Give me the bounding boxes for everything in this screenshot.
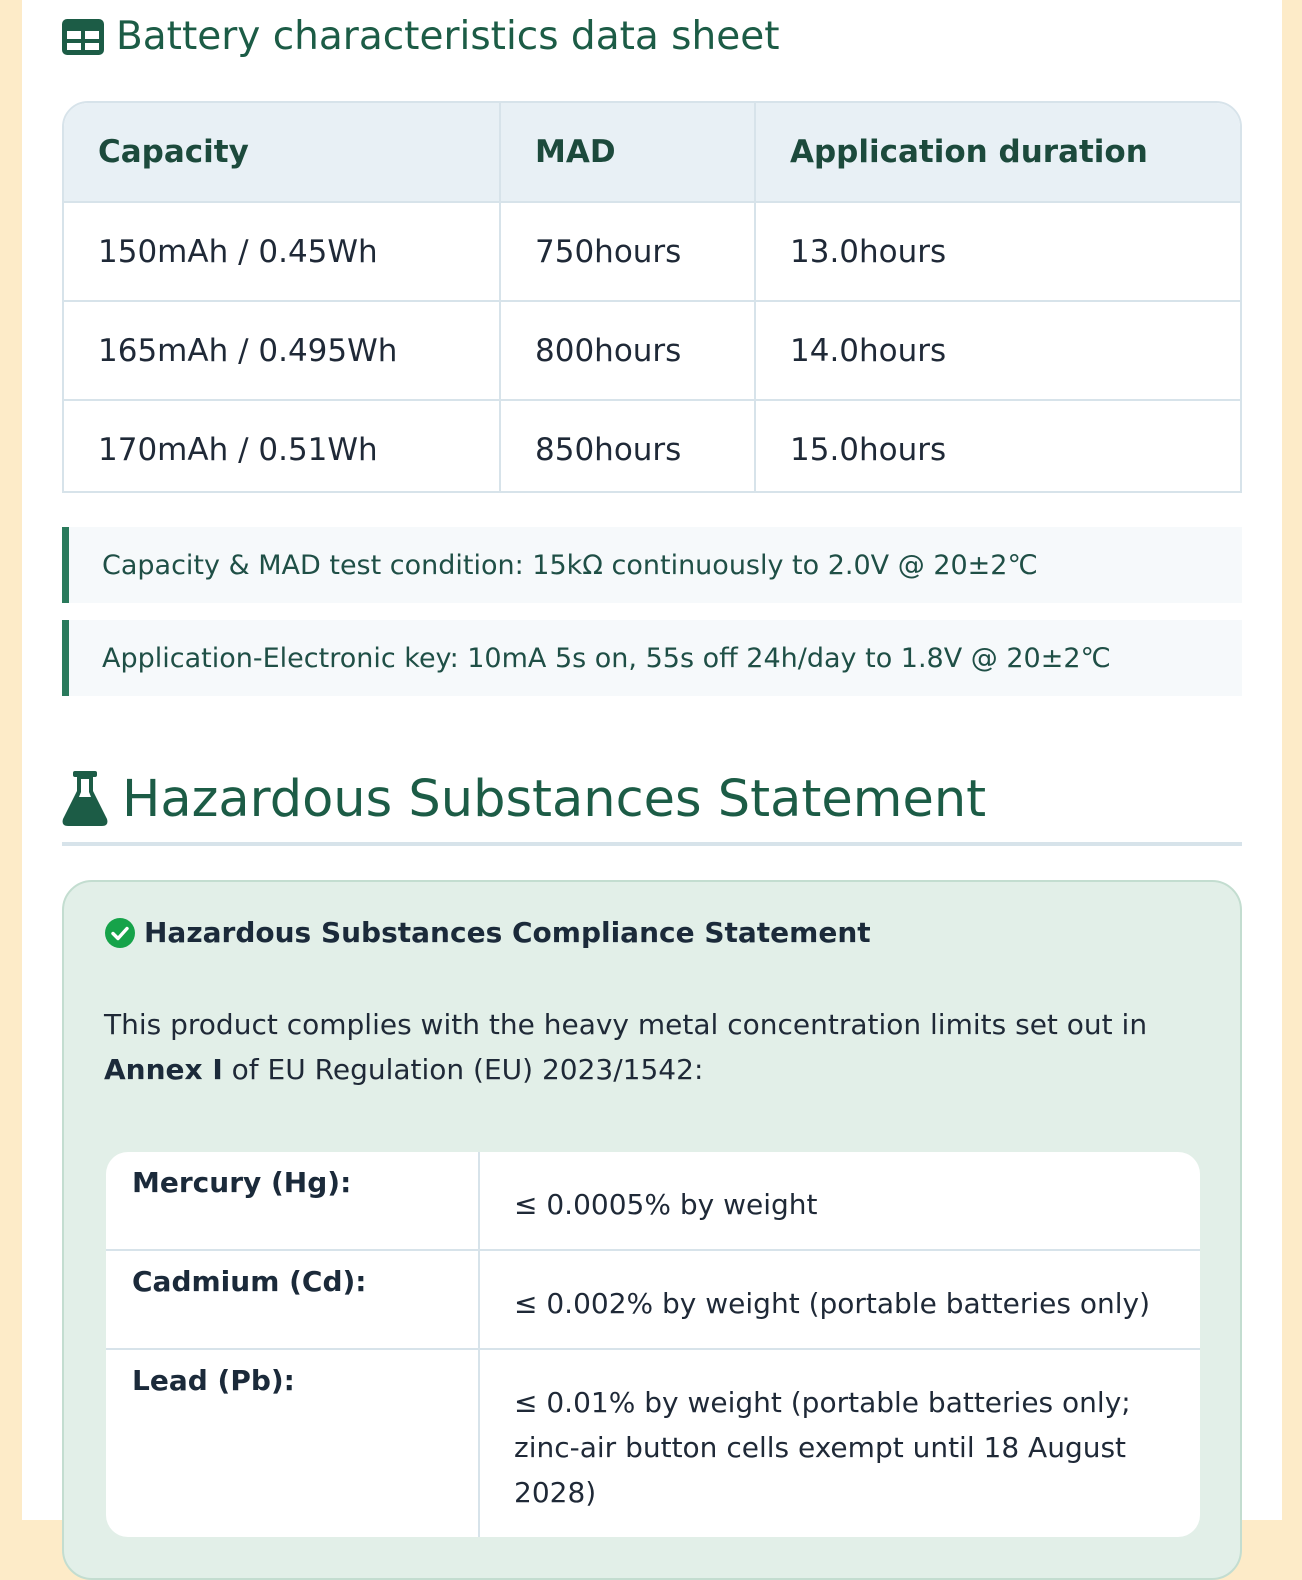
substance-limit: ≤ 0.0005% by weight (479, 1152, 1200, 1251)
substance-label: Cadmium (Cd): (106, 1250, 480, 1350)
duration-cell: 14.0hours (755, 301, 1240, 401)
battery-table: Capacity MAD Application duration 150mAh… (62, 101, 1242, 493)
compliance-card: Hazardous Substances Compliance Statemen… (62, 880, 1242, 1580)
table-icon (62, 18, 104, 55)
duration-cell: 15.0hours (790, 431, 947, 468)
flask-icon (62, 771, 108, 826)
compliance-text: This product complies with the heavy met… (104, 1002, 1204, 1092)
limits-table: Mercury (Hg): ≤ 0.0005% by weight Cadmiu… (106, 1152, 1200, 1537)
table-row: Cadmium (Cd): ≤ 0.002% by weight (portab… (106, 1250, 1200, 1350)
substance-label: Lead (Pb): (106, 1349, 480, 1537)
hazard-section-title: Hazardous Substances Statement (122, 769, 987, 829)
compliance-text-before: This product complies with the heavy met… (104, 1008, 1148, 1041)
table-header-row: Capacity MAD Application duration (64, 103, 1240, 203)
table-row: 165mAh / 0.495Wh 800hours 14.0hours (64, 301, 1240, 401)
page: Battery characteristics data sheet Capac… (22, 0, 1282, 1580)
mad-cell: 850hours (500, 400, 756, 491)
column-header-application-duration: Application duration (755, 103, 1240, 203)
test-condition-note: Capacity & MAD test condition: 15kΩ cont… (62, 527, 1242, 603)
table-row: Lead (Pb): ≤ 0.01% by weight (portable b… (106, 1349, 1200, 1537)
application-note: Application-Electronic key: 10mA 5s on, … (62, 620, 1242, 696)
capacity-cell: 150mAh / 0.45Wh (64, 202, 501, 302)
compliance-card-title: Hazardous Substances Compliance Statemen… (144, 916, 871, 949)
duration-cell: 13.0hours (755, 202, 1240, 302)
table-row: 150mAh / 0.45Wh 750hours 13.0hours (64, 202, 1240, 302)
table-row: Mercury (Hg): ≤ 0.0005% by weight (106, 1152, 1200, 1251)
battery-section-title: Battery characteristics data sheet (116, 14, 780, 59)
compliance-text-after: of EU Regulation (EU) 2023/1542: (222, 1053, 704, 1086)
capacity-cell: 170mAh / 0.51Wh (64, 400, 501, 491)
column-header-mad: MAD (500, 103, 756, 203)
substance-limit: ≤ 0.002% by weight (portable batteries o… (479, 1250, 1200, 1350)
substance-limit: ≤ 0.01% by weight (portable batteries on… (514, 1386, 1131, 1509)
table-row: 170mAh / 0.51Wh 850hours 15.0hours (64, 400, 1240, 491)
compliance-card-title-row: Hazardous Substances Compliance Statemen… (104, 916, 871, 949)
check-circle-icon (105, 917, 135, 948)
mad-cell: 800hours (500, 301, 756, 401)
compliance-text-annex: Annex I (104, 1053, 223, 1086)
mad-cell: 750hours (500, 202, 756, 302)
battery-section-heading: Battery characteristics data sheet (62, 14, 780, 59)
column-header-capacity: Capacity (64, 103, 501, 203)
substance-label: Mercury (Hg): (106, 1152, 480, 1251)
hazard-section-heading: Hazardous Substances Statement (62, 766, 1242, 846)
capacity-cell: 165mAh / 0.495Wh (64, 301, 501, 401)
